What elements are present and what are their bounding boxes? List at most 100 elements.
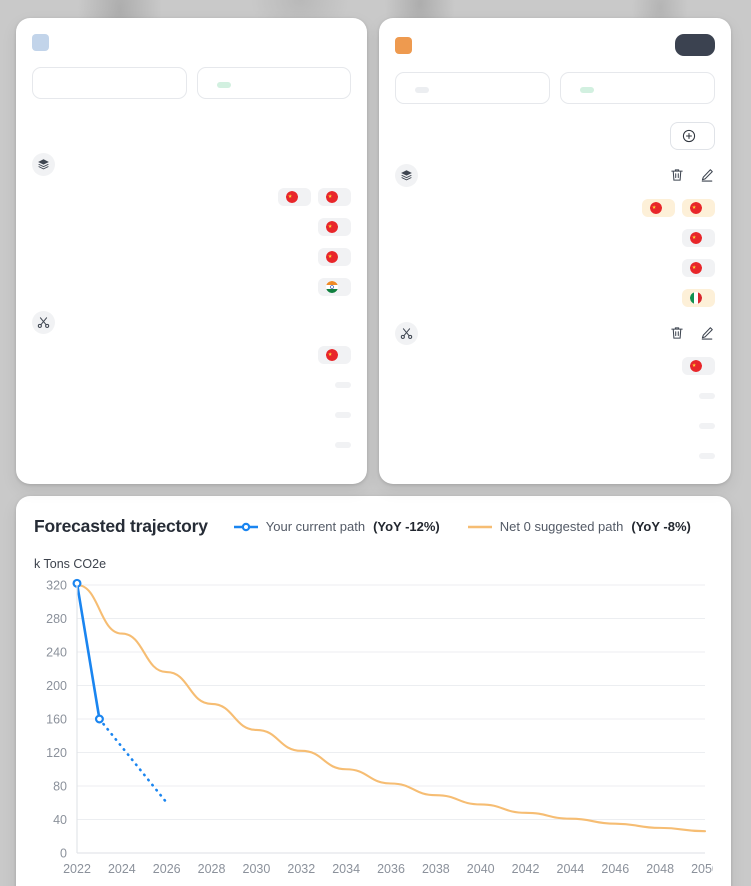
attribute-row [32, 344, 351, 365]
legend-item[interactable]: Net 0 suggested path (YoY -8%) [468, 519, 691, 534]
compare-button[interactable] [675, 34, 715, 56]
metric-value-row [209, 82, 340, 88]
attribute-row [395, 257, 715, 278]
x-tick-label: 2024 [108, 862, 136, 876]
attribute-tag[interactable] [318, 346, 351, 364]
y-tick-label: 240 [46, 646, 67, 660]
attribute-tag[interactable] [699, 393, 715, 399]
flag-italy-icon [690, 292, 702, 304]
chart-y-axis-unit: k Tons CO2e [34, 557, 713, 571]
component-header [32, 309, 351, 335]
attribute-tag[interactable] [699, 423, 715, 429]
x-tick-label: 2034 [332, 862, 360, 876]
chart-legend: Your current path(YoY -12%) Net 0 suggest… [234, 519, 691, 534]
y-tick-label: 40 [53, 813, 67, 827]
attribute-tag[interactable] [278, 188, 311, 206]
attribute-tag[interactable] [682, 289, 715, 307]
attribute-row [395, 227, 715, 248]
add-component-button[interactable] [670, 122, 715, 150]
legend-item[interactable]: Your current path(YoY -12%) [234, 519, 440, 534]
legend-label: Net 0 suggested path [500, 519, 624, 534]
edit-component-button[interactable] [699, 325, 715, 341]
flag-china-icon [650, 202, 662, 214]
legend-annotation: (YoY -8%) [631, 519, 690, 534]
attribute-values [278, 188, 351, 206]
attribute-tag[interactable] [318, 218, 351, 236]
attribute-tag[interactable] [682, 229, 715, 247]
delete-component-button[interactable] [669, 167, 685, 183]
attribute-values [699, 393, 715, 399]
attribute-row [32, 404, 351, 425]
y-tick-label: 120 [46, 746, 67, 760]
layers-icon [400, 169, 413, 182]
attribute-row [395, 445, 715, 466]
x-tick-label: 2042 [512, 862, 540, 876]
attribute-row [32, 434, 351, 455]
card-color-swatch [395, 37, 412, 54]
attribute-row [32, 216, 351, 237]
attribute-row [395, 415, 715, 436]
legend-annotation: (YoY -12%) [373, 519, 440, 534]
attribute-values [642, 199, 715, 217]
layers-icon [32, 153, 55, 176]
attribute-values [318, 346, 351, 364]
attribute-tag[interactable] [318, 278, 351, 296]
component-block [32, 151, 351, 297]
metric-box [395, 72, 550, 104]
component-block [32, 309, 351, 455]
product-cards-row [16, 18, 735, 484]
attribute-values [699, 453, 715, 459]
metric-box [197, 67, 352, 99]
component-header [395, 162, 715, 188]
attribute-values [682, 229, 715, 247]
metric-box [32, 67, 187, 99]
attribute-tag[interactable] [335, 442, 351, 448]
attribute-values [335, 412, 351, 418]
attribute-tag[interactable] [682, 357, 715, 375]
metrics-row [32, 67, 351, 99]
y-tick-label: 280 [46, 612, 67, 626]
attribute-values [682, 259, 715, 277]
y-tick-label: 160 [46, 713, 67, 727]
scissors-icon [37, 316, 50, 329]
component-actions [669, 325, 715, 341]
component-header [395, 320, 715, 346]
scissors-icon [400, 327, 413, 340]
metric-value-row [407, 87, 538, 93]
card-header [32, 34, 351, 51]
x-tick-label: 2026 [153, 862, 181, 876]
flag-china-icon [326, 349, 338, 361]
attribute-row [32, 276, 351, 297]
flag-china-icon [690, 262, 702, 274]
x-tick-label: 2028 [198, 862, 226, 876]
component-block [395, 320, 715, 466]
attribute-tag[interactable] [335, 382, 351, 388]
metric-box [560, 72, 715, 104]
attribute-values [682, 357, 715, 375]
layers-icon [37, 158, 50, 171]
edit-pencil-icon [699, 325, 715, 341]
trash-icon [669, 325, 685, 341]
attribute-tag[interactable] [318, 188, 351, 206]
legend-line [468, 522, 492, 532]
legend-marker-line [234, 522, 258, 532]
attribute-tag[interactable] [682, 259, 715, 277]
metric-badge [415, 87, 429, 93]
forecast-chart-card: Forecasted trajectory Your current path(… [16, 496, 731, 886]
attribute-tag[interactable] [699, 453, 715, 459]
attribute-row [32, 374, 351, 395]
attribute-tag[interactable] [682, 199, 715, 217]
chart-title: Forecasted trajectory [34, 516, 208, 537]
attribute-tag[interactable] [642, 199, 675, 217]
metric-value-row [572, 87, 703, 93]
chart-svg: 0408012016020024028032020222024202620282… [34, 577, 713, 886]
attribute-tag[interactable] [318, 248, 351, 266]
series-marker-current-path[interactable] [96, 716, 103, 723]
flag-china-icon [326, 191, 338, 203]
component-header [32, 151, 351, 177]
delete-component-button[interactable] [669, 325, 685, 341]
scissors-icon [32, 311, 55, 334]
edit-component-button[interactable] [699, 167, 715, 183]
attribute-tag[interactable] [335, 412, 351, 418]
plus-circle-icon [682, 129, 696, 143]
